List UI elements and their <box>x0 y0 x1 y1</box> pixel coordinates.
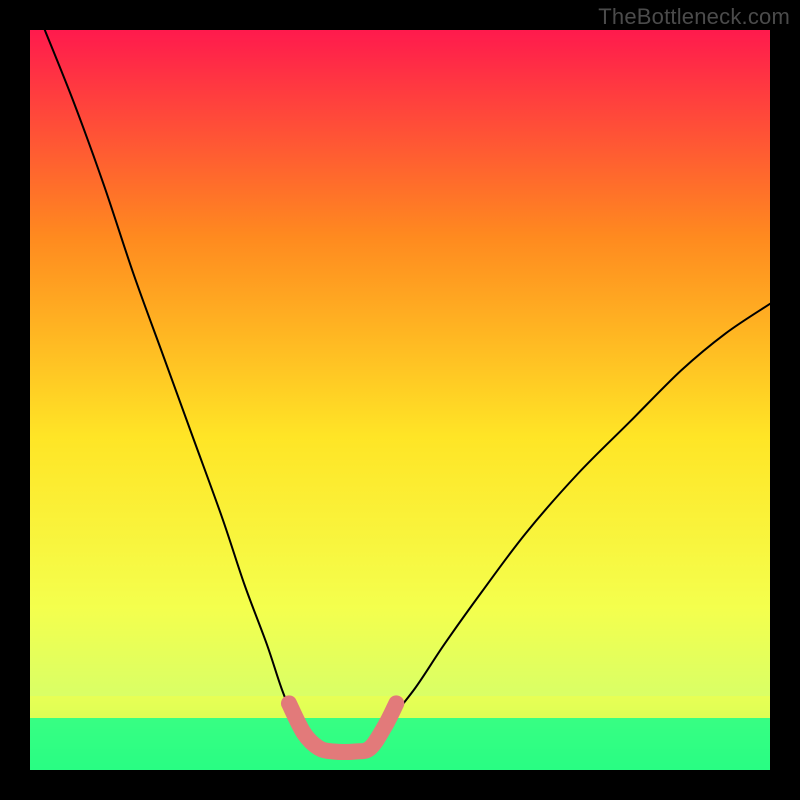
green-band <box>30 718 770 770</box>
gradient-background <box>30 30 770 770</box>
plot-svg <box>30 30 770 770</box>
chart-frame: TheBottleneck.com <box>0 0 800 800</box>
plot-area <box>30 30 770 770</box>
watermark-text: TheBottleneck.com <box>598 4 790 30</box>
